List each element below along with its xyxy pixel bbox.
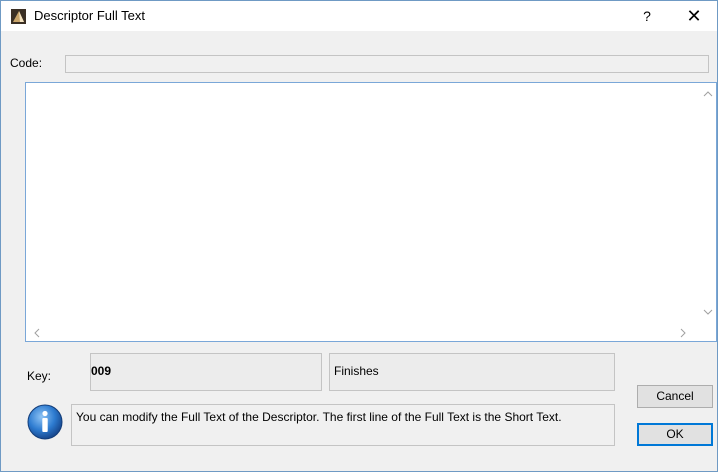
vertical-scrollbar[interactable] <box>699 83 716 323</box>
key-value-field: 009 <box>90 353 322 391</box>
ok-button[interactable]: OK <box>637 423 713 446</box>
close-icon: ✕ <box>686 6 702 26</box>
full-text-area-container <box>25 82 717 342</box>
horizontal-scrollbar[interactable] <box>26 324 698 341</box>
full-text-input[interactable] <box>26 83 698 323</box>
info-icon <box>27 404 63 440</box>
code-label: Code: <box>10 56 43 70</box>
code-field[interactable] <box>65 55 709 73</box>
close-button[interactable]: ✕ <box>672 3 716 29</box>
help-button[interactable]: ? <box>627 3 667 29</box>
key-name-field: Finishes <box>329 353 615 391</box>
key-label: Key: <box>27 369 52 383</box>
scroll-left-icon[interactable] <box>32 328 42 338</box>
window-title: Descriptor Full Text <box>34 8 146 23</box>
scroll-down-icon[interactable] <box>703 307 713 317</box>
info-message: You can modify the Full Text of the Desc… <box>71 404 615 446</box>
cancel-button[interactable]: Cancel <box>637 385 713 408</box>
scroll-corner <box>699 324 716 341</box>
scroll-up-icon[interactable] <box>703 89 713 99</box>
scroll-right-icon[interactable] <box>678 328 688 338</box>
dialog-window: Descriptor Full Text ? ✕ Code: Key: 009 … <box>0 0 718 472</box>
title-bar: Descriptor Full Text ? ✕ <box>1 1 717 31</box>
app-icon <box>11 9 26 24</box>
